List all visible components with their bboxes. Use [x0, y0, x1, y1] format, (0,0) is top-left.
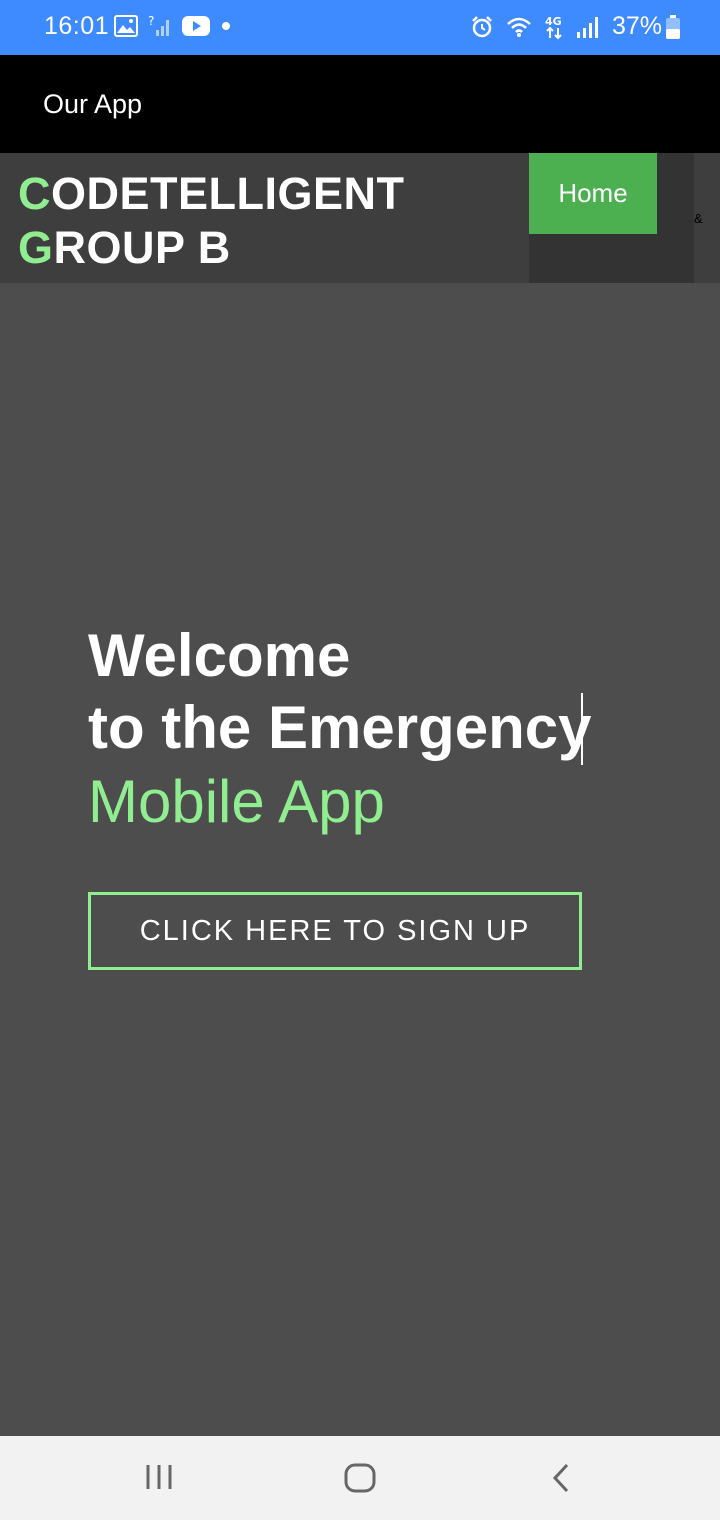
youtube-icon — [182, 15, 210, 37]
app-bar: Our App — [0, 55, 720, 153]
status-time: 16:01 — [44, 12, 110, 40]
site-logo[interactable]: CODETELLIGENT GROUP B — [18, 167, 405, 275]
hero-heading-line-2: to the Emergency — [88, 694, 592, 761]
svg-text:?: ? — [148, 14, 154, 28]
status-left-icons: ? — [114, 14, 232, 38]
dot-icon — [220, 20, 232, 32]
hero-heading-line-1: Welcome — [88, 622, 351, 689]
logo-initial-c: C — [18, 168, 51, 219]
site-header: CODETELLIGENT GROUP B Home & — [0, 153, 720, 283]
wifi-icon — [506, 16, 532, 38]
logo-line-1: CODETELLIGENT — [18, 167, 405, 221]
sign-up-button[interactable]: CLICK HERE TO SIGN UP — [88, 892, 582, 970]
hero-section: Welcome to the Emergency Mobile App CLIC… — [0, 283, 720, 1436]
svg-text:4G: 4G — [545, 15, 562, 28]
logo-line-1-rest: ODETELLIGENT — [51, 168, 405, 219]
status-right-icons: 4G 37% — [470, 12, 680, 41]
battery-percent: 37% — [611, 12, 662, 40]
back-icon[interactable] — [548, 1462, 574, 1499]
typing-caret — [581, 693, 583, 765]
recent-apps-icon[interactable] — [144, 1462, 174, 1497]
battery-icon — [666, 14, 680, 39]
logo-initial-g: G — [18, 222, 54, 273]
alarm-icon — [470, 15, 494, 39]
home-icon[interactable] — [343, 1462, 377, 1499]
status-bar: 16:01 ? 4G 37% — [0, 0, 720, 55]
hero-heading-line-3: Mobile App — [88, 768, 385, 835]
logo-line-2-rest: ROUP B — [53, 222, 231, 273]
logo-line-2: GROUP B — [18, 221, 405, 275]
nav-overflow-text: & — [694, 211, 703, 226]
signal-icon — [576, 15, 600, 39]
app-title: Our App — [43, 89, 143, 119]
system-nav-bar — [0, 1436, 720, 1520]
no-signal-icon: ? — [148, 14, 172, 38]
nav-home-button[interactable]: Home — [529, 153, 657, 234]
gallery-icon — [114, 15, 138, 37]
4g-icon: 4G — [544, 14, 564, 40]
